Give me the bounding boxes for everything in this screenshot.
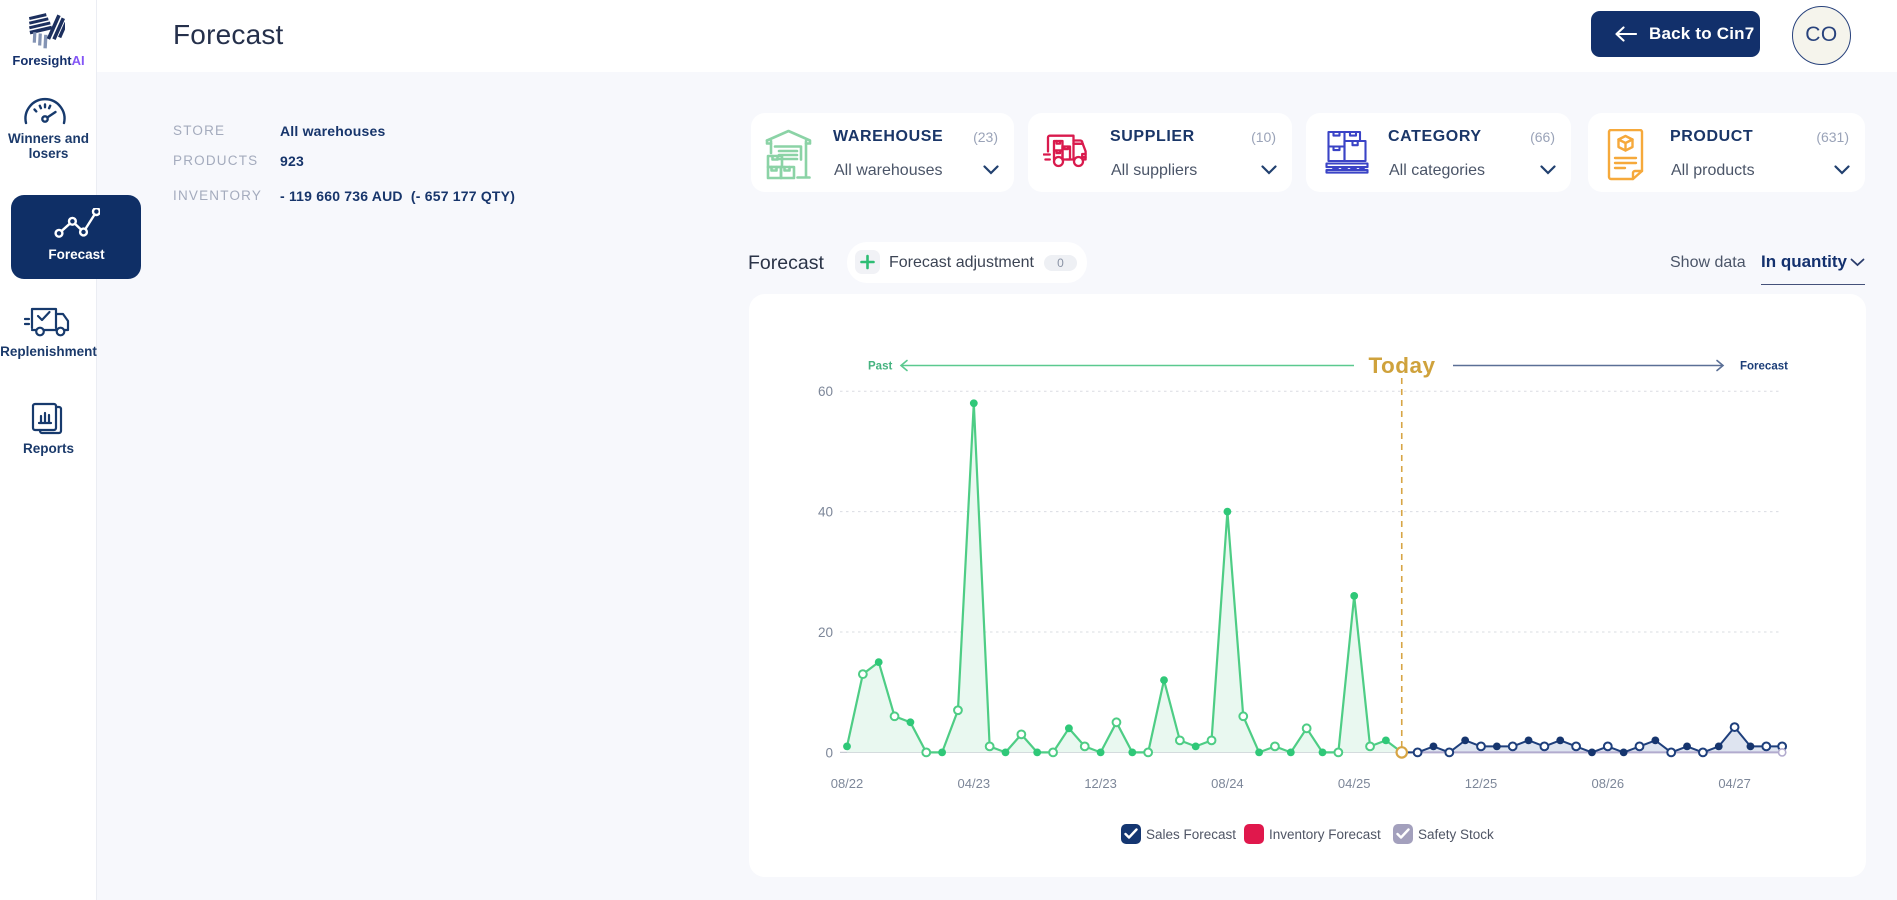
svg-text:20: 20	[818, 625, 833, 640]
svg-text:Forecast: Forecast	[1740, 361, 1788, 373]
svg-text:40: 40	[818, 505, 833, 520]
svg-text:08/24: 08/24	[1211, 776, 1244, 791]
svg-text:12/25: 12/25	[1465, 776, 1498, 791]
svg-text:60: 60	[818, 384, 833, 399]
svg-text:0: 0	[825, 745, 833, 760]
svg-text:Today: Today	[1368, 353, 1435, 378]
svg-text:08/26: 08/26	[1592, 776, 1625, 791]
svg-text:12/23: 12/23	[1084, 776, 1117, 791]
svg-text:Past: Past	[868, 361, 892, 373]
svg-text:08/22: 08/22	[831, 776, 864, 791]
svg-text:04/23: 04/23	[958, 776, 991, 791]
svg-text:04/25: 04/25	[1338, 776, 1371, 791]
svg-text:04/27: 04/27	[1718, 776, 1751, 791]
